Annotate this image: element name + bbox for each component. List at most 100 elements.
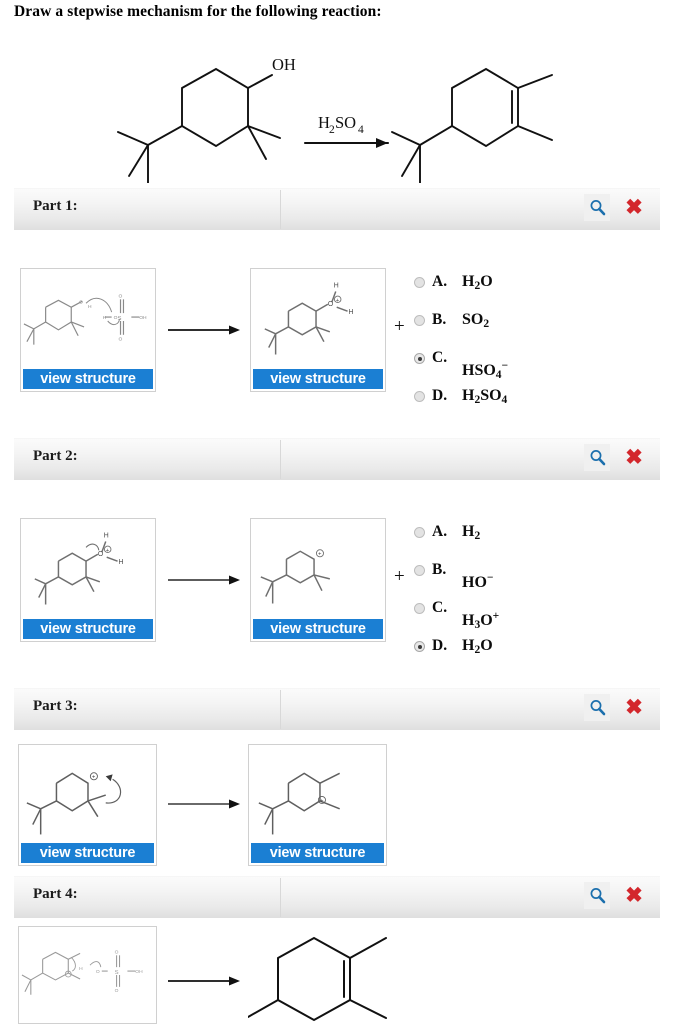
svg-text:H: H — [119, 559, 124, 566]
radio-1-c[interactable] — [414, 353, 425, 364]
answer-options-2: A. H2 B. HO− C. H3O+ D. H2O — [414, 523, 499, 675]
svg-text:4: 4 — [358, 124, 364, 136]
part-label-1: Part 1: — [33, 198, 78, 214]
option-letter: D. — [432, 637, 448, 654]
svg-text:OH: OH — [139, 315, 147, 321]
overall-reaction-scheme: OH H 2 SO 4 — [0, 28, 687, 183]
structure-box-1a[interactable]: OH HO S OO OH view structure — [20, 268, 156, 392]
svg-text:+: + — [106, 548, 110, 554]
magnifier-icon[interactable] — [584, 882, 610, 909]
header-divider — [280, 690, 281, 729]
plus-sign-1: + — [394, 316, 405, 337]
option-letter: C. — [432, 599, 448, 616]
radio-2-b[interactable] — [414, 565, 425, 576]
option-2-c[interactable]: C. H3O+ — [414, 599, 499, 637]
close-x-icon[interactable]: ✖ — [622, 882, 646, 909]
svg-text:+: + — [92, 775, 96, 781]
close-x-icon[interactable]: ✖ — [622, 694, 646, 721]
radio-2-d[interactable] — [414, 641, 425, 652]
magnifier-glyph — [590, 450, 605, 466]
svg-text:O: O — [79, 299, 83, 305]
svg-text:O: O — [328, 301, 334, 308]
structure-box-2b[interactable]: + view structure — [250, 518, 386, 642]
reaction-arrow-2 — [168, 575, 240, 585]
radio-2-a[interactable] — [414, 527, 425, 538]
part-1-answer-row: OH HO S OO OH view structure O H H + vie… — [0, 268, 687, 406]
svg-text:O: O — [115, 949, 119, 955]
option-1-a[interactable]: A. H2O — [414, 273, 508, 311]
view-structure-button-2a[interactable]: view structure — [23, 619, 153, 639]
close-x-icon[interactable]: ✖ — [622, 194, 646, 221]
part-label-3: Part 3: — [33, 698, 78, 714]
structure-box-3a[interactable]: + view structure — [18, 744, 157, 866]
header-divider — [280, 190, 281, 229]
structure-drawing-3b: + — [258, 772, 341, 835]
magnifier-glyph — [590, 200, 605, 216]
part-header-3: Part 3: ✖ — [14, 688, 660, 730]
svg-text:SO: SO — [335, 113, 356, 132]
option-1-d[interactable]: D. H2SO4 — [414, 387, 508, 425]
reaction-arrow-3 — [168, 799, 240, 809]
option-formula: SO2 — [462, 311, 490, 330]
option-formula: H2 — [462, 523, 481, 542]
radio-2-c[interactable] — [414, 603, 425, 614]
part-tools-4: ✖ — [584, 882, 646, 909]
part-2-answer-row: O H H + view structure + view structure … — [0, 518, 687, 656]
structure-drawing-1a: OH HO S OO OH — [23, 293, 147, 345]
radio-1-d[interactable] — [414, 391, 425, 402]
svg-text:S: S — [118, 316, 122, 322]
svg-text:O: O — [96, 969, 100, 975]
svg-text:O: O — [119, 337, 123, 343]
close-x-icon[interactable]: ✖ — [622, 444, 646, 471]
part-tools-2: ✖ — [584, 444, 646, 471]
option-1-b[interactable]: B. SO2 — [414, 311, 508, 349]
structure-box-1b[interactable]: O H H + view structure — [250, 268, 386, 392]
svg-text:S: S — [115, 970, 119, 976]
view-structure-button-2b[interactable]: view structure — [253, 619, 383, 639]
magnifier-icon[interactable] — [584, 444, 610, 471]
svg-text:H: H — [349, 309, 354, 316]
option-formula: H2O — [462, 637, 493, 656]
view-structure-button-3b[interactable]: view structure — [251, 843, 384, 863]
option-letter: D. — [432, 387, 448, 404]
reaction-arrow-4 — [168, 976, 240, 986]
oh-label: OH — [272, 55, 296, 74]
option-letter: C. — [432, 349, 448, 366]
option-formula: HSO4− — [462, 360, 509, 381]
arrowhead — [376, 138, 388, 148]
structure-box-3b[interactable]: + view structure — [248, 744, 387, 866]
structure-box-2a[interactable]: O H H + view structure — [20, 518, 156, 642]
magnifier-icon[interactable] — [584, 194, 610, 221]
radio-1-a[interactable] — [414, 277, 425, 288]
svg-text:H: H — [103, 315, 107, 321]
option-letter: B. — [432, 311, 447, 328]
option-letter: B. — [432, 561, 447, 578]
magnifier-icon[interactable] — [584, 694, 610, 721]
option-2-b[interactable]: B. HO− — [414, 561, 499, 599]
reaction-arrow-1 — [168, 325, 240, 335]
view-structure-button-1b[interactable]: view structure — [253, 369, 383, 389]
option-2-d[interactable]: D. H2O — [414, 637, 499, 675]
radio-1-b[interactable] — [414, 315, 425, 326]
exercise-page: Draw a stepwise mechanism for the follow… — [0, 0, 687, 1024]
view-structure-button-1a[interactable]: view structure — [23, 369, 153, 389]
structure-drawing-2a: O H H + — [34, 533, 124, 605]
svg-text:H: H — [334, 283, 339, 290]
option-letter: A. — [432, 273, 448, 290]
answer-options-1: A. H2O B. SO2 C. HSO4− D. H2SO4 — [414, 273, 508, 425]
option-formula: H3O+ — [462, 610, 500, 631]
option-2-a[interactable]: A. H2 — [414, 523, 499, 561]
option-formula: H2SO4 — [462, 387, 508, 406]
part-tools-1: ✖ — [584, 194, 646, 221]
structure-drawing-1b: O H H + — [264, 283, 354, 355]
page-title: Draw a stepwise mechanism for the follow… — [14, 3, 382, 20]
part-4-answer-row: H O S O O OH — [0, 926, 687, 1024]
svg-text:+: + — [336, 298, 340, 304]
svg-text:OH: OH — [135, 969, 143, 975]
option-1-c[interactable]: C. HSO4− — [414, 349, 508, 387]
structure-box-4a[interactable]: H O S O O OH — [18, 926, 157, 1024]
part-header-2: Part 2: ✖ — [14, 438, 660, 480]
view-structure-button-3a[interactable]: view structure — [21, 843, 154, 863]
reagent-label: H 2 SO 4 — [318, 113, 364, 136]
structure-drawing-2b: + — [260, 549, 331, 604]
